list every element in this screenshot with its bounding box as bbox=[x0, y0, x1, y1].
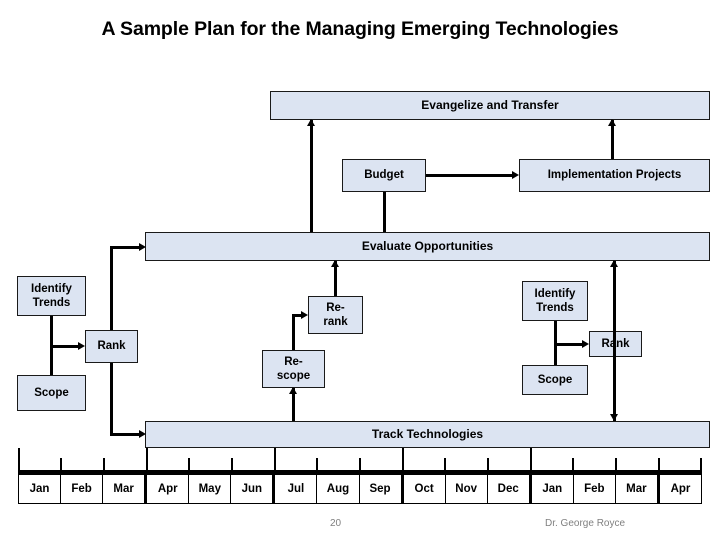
timeline-month-sep-8[interactable]: Sep bbox=[359, 474, 402, 504]
box-budget[interactable]: Budget bbox=[342, 159, 426, 192]
timeline-month-dec-11[interactable]: Dec bbox=[487, 474, 530, 504]
timeline-tick bbox=[530, 448, 532, 470]
box-track-technologies[interactable]: Track Technologies bbox=[145, 421, 710, 448]
timeline-month-jun-5[interactable]: Jun bbox=[231, 474, 274, 504]
timeline-month-feb-13[interactable]: Feb bbox=[573, 474, 616, 504]
connector-rank-right-spine bbox=[613, 261, 616, 421]
timeline-month-mar-14[interactable]: Mar bbox=[615, 474, 658, 504]
timeline-tick bbox=[103, 458, 105, 470]
arrowhead-right-to-rank bbox=[582, 340, 589, 348]
arrowhead-rank-left-to-evaluate bbox=[139, 243, 146, 251]
connector-rank-left-spine-up bbox=[110, 247, 113, 330]
arrowhead-implementation-to-evangelize bbox=[608, 119, 616, 126]
connector-identify-scope-right-to-rank bbox=[554, 343, 582, 346]
footer-author: Dr. George Royce bbox=[545, 518, 626, 529]
timeline-tick bbox=[316, 458, 318, 470]
timeline-tick bbox=[146, 448, 148, 470]
connector-identify-scope-left-to-rank bbox=[50, 345, 78, 348]
connector-rescope-to-rerank-elbow bbox=[292, 314, 301, 317]
connector-evaluate-to-budget bbox=[383, 192, 386, 232]
timeline-month-jul-6[interactable]: Jul bbox=[273, 474, 318, 504]
timeline-tick bbox=[60, 458, 62, 470]
page-title: A Sample Plan for the Managing Emerging … bbox=[101, 18, 619, 40]
arrowhead-evaluate-to-evangelize bbox=[307, 119, 315, 126]
timeline-tick bbox=[231, 458, 233, 470]
timeline-tick bbox=[18, 448, 20, 470]
timeline-tick bbox=[402, 448, 404, 470]
timeline-tick bbox=[188, 458, 190, 470]
box-re-rank[interactable]: Re- rank bbox=[308, 296, 363, 334]
arrowhead-rescope-to-rerank bbox=[301, 311, 308, 319]
timeline-month-row: Jan Feb Mar Apr May Jun Jul Aug Sep Oct Nov Dec Jan F… bbox=[18, 474, 702, 504]
connector-evaluate-to-evangelize bbox=[310, 120, 313, 232]
arrowhead-left-to-rank bbox=[78, 342, 85, 350]
timeline-tick bbox=[274, 448, 276, 470]
footer-page-number: 20 bbox=[330, 518, 342, 529]
arrowhead-budget-to-implementation bbox=[512, 171, 519, 179]
timeline-tick bbox=[615, 458, 617, 470]
slide-canvas: A Sample Plan for the Managing Emerging … bbox=[0, 0, 720, 540]
box-evaluate-opportunities[interactable]: Evaluate Opportunities bbox=[145, 232, 710, 261]
timeline-month-mar-2[interactable]: Mar bbox=[103, 474, 146, 504]
connector-rank-left-elbow-up bbox=[110, 246, 139, 249]
box-re-scope[interactable]: Re- scope bbox=[262, 350, 325, 388]
timeline-tick bbox=[700, 458, 702, 470]
timeline-month-jan-0[interactable]: Jan bbox=[18, 474, 62, 504]
timeline-month-apr-15[interactable]: Apr bbox=[657, 474, 702, 504]
arrowhead-rank-right-to-evaluate bbox=[610, 260, 618, 267]
arrowhead-track-to-rescope bbox=[289, 387, 297, 394]
timeline-tick bbox=[444, 458, 446, 470]
timeline-tick bbox=[487, 458, 489, 470]
connector-budget-to-implementation bbox=[426, 174, 512, 177]
timeline-month-nov-10[interactable]: Nov bbox=[445, 474, 488, 504]
box-implementation-projects[interactable]: Implementation Projects bbox=[519, 159, 710, 192]
timeline-tick bbox=[359, 458, 361, 470]
connector-rank-left-spine-down bbox=[110, 363, 113, 435]
timeline-month-feb-1[interactable]: Feb bbox=[61, 474, 104, 504]
timeline-month-may-4[interactable]: May bbox=[189, 474, 232, 504]
box-scope-right[interactable]: Scope bbox=[522, 365, 588, 395]
timeline-month-aug-7[interactable]: Aug bbox=[317, 474, 360, 504]
box-rank-left[interactable]: Rank bbox=[85, 330, 138, 363]
timeline-month-apr-3[interactable]: Apr bbox=[145, 474, 190, 504]
box-evangelize-and-transfer[interactable]: Evangelize and Transfer bbox=[270, 91, 710, 120]
connector-rescope-to-rerank-spine bbox=[292, 315, 295, 350]
timeline-month-oct-9[interactable]: Oct bbox=[401, 474, 446, 504]
connector-rank-left-elbow-down bbox=[110, 433, 139, 436]
arrowhead-rerank-to-evaluate bbox=[331, 260, 339, 267]
arrowhead-rank-left-to-track bbox=[139, 430, 146, 438]
box-identify-trends-left[interactable]: Identify Trends bbox=[17, 276, 86, 316]
timeline-tick bbox=[658, 458, 660, 470]
arrowhead-rank-right-to-track bbox=[610, 414, 618, 421]
box-identify-trends-right[interactable]: Identify Trends bbox=[522, 281, 588, 321]
timeline-tick bbox=[572, 458, 574, 470]
box-scope-left[interactable]: Scope bbox=[17, 375, 86, 411]
timeline-month-jan-12[interactable]: Jan bbox=[529, 474, 574, 504]
